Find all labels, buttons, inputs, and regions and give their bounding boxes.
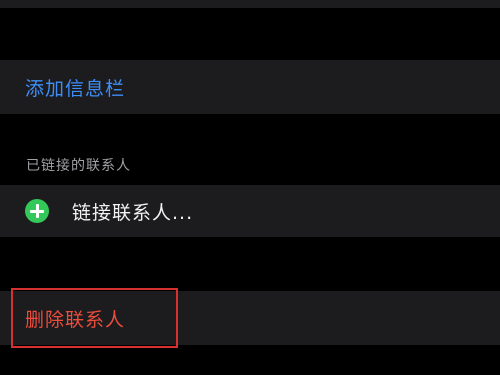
link-contact-label[interactable]: 链接联系人... bbox=[72, 198, 193, 225]
add-field-row[interactable]: 添加信息栏 bbox=[0, 60, 500, 114]
delete-contact-row[interactable]: 删除联系人 bbox=[0, 291, 500, 345]
add-field-label[interactable]: 添加信息栏 bbox=[25, 74, 125, 101]
plus-circle-icon[interactable] bbox=[25, 199, 49, 223]
delete-contact-button[interactable]: 删除联系人 bbox=[25, 305, 125, 332]
linked-contacts-header: 已链接的联系人 bbox=[26, 158, 131, 174]
link-contact-row[interactable]: 链接联系人... bbox=[0, 185, 500, 237]
top-cell-edge bbox=[0, 0, 500, 8]
